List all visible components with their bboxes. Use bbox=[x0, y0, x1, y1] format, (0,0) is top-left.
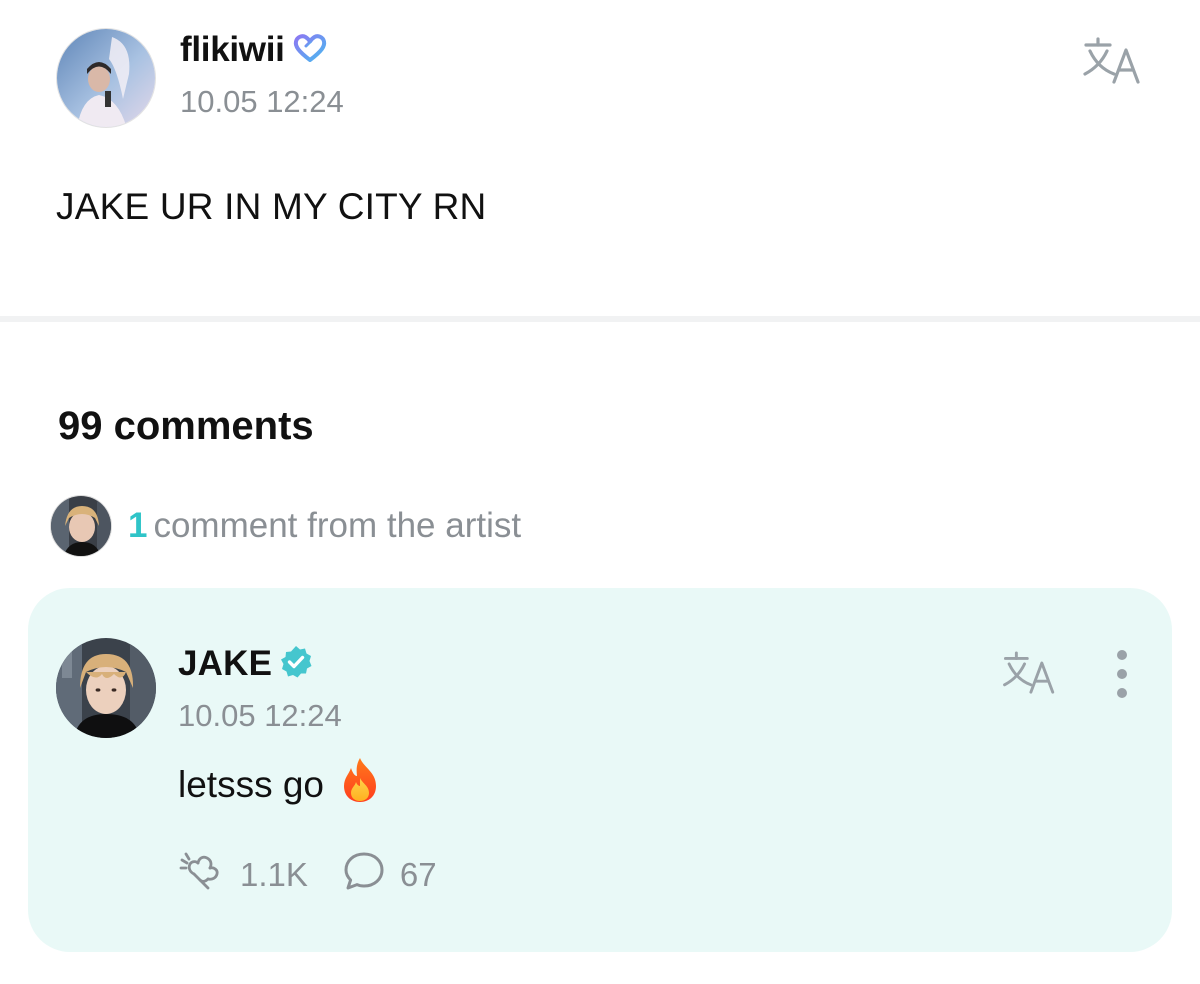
post-author-avatar[interactable] bbox=[56, 28, 156, 128]
post-timestamp: 10.05 12:24 bbox=[180, 84, 344, 119]
cheer-hand-icon bbox=[178, 850, 226, 900]
artist-comment-text: letsss go bbox=[178, 763, 325, 805]
post: flikiwii 10.05 12:24 JAKE UR IN MY CITY … bbox=[0, 0, 1200, 318]
post-body: JAKE UR IN MY CITY RN bbox=[56, 186, 487, 227]
post-author-name[interactable]: flikiwii bbox=[180, 30, 285, 70]
more-dot bbox=[1117, 650, 1127, 660]
like-button[interactable]: 1.1K bbox=[178, 850, 308, 900]
more-options-icon[interactable] bbox=[1108, 650, 1136, 698]
reply-count: 67 bbox=[399, 856, 437, 893]
like-count: 1.1K bbox=[240, 856, 308, 893]
comment-actions: 1.1K 67 bbox=[178, 852, 437, 898]
more-dot bbox=[1117, 669, 1127, 679]
translate-icon[interactable] bbox=[1000, 650, 1060, 696]
comments-count: 99 comments bbox=[58, 404, 314, 448]
artist-comment-author[interactable]: JAKE bbox=[178, 642, 314, 686]
artist-comment-timestamp: 10.05 12:24 bbox=[178, 698, 342, 733]
translate-icon[interactable] bbox=[1080, 36, 1146, 86]
artist-comment-count: 1 bbox=[128, 506, 148, 545]
post-author[interactable]: flikiwii bbox=[180, 28, 327, 72]
artist-avatar-small bbox=[50, 495, 112, 557]
artist-comment-summary[interactable]: 1 comment from the artist bbox=[50, 494, 521, 558]
artist-name[interactable]: JAKE bbox=[178, 644, 272, 684]
heart-outline-icon bbox=[293, 33, 327, 68]
verified-badge-icon bbox=[278, 644, 314, 685]
reply-button[interactable]: 67 bbox=[342, 850, 437, 900]
artist-comment-card: JAKE 10.05 12:24 letsss go 1.1K 67 bbox=[28, 588, 1172, 952]
section-divider bbox=[0, 316, 1200, 322]
artist-avatar[interactable] bbox=[56, 638, 156, 738]
artist-comment-label: 1 comment from the artist bbox=[128, 506, 521, 546]
comment-bubble-icon bbox=[342, 850, 386, 900]
more-dot bbox=[1117, 688, 1127, 698]
artist-comment-text: comment from the artist bbox=[153, 506, 522, 545]
fire-emoji-icon bbox=[338, 756, 382, 813]
artist-comment-body: letsss go bbox=[178, 756, 382, 813]
